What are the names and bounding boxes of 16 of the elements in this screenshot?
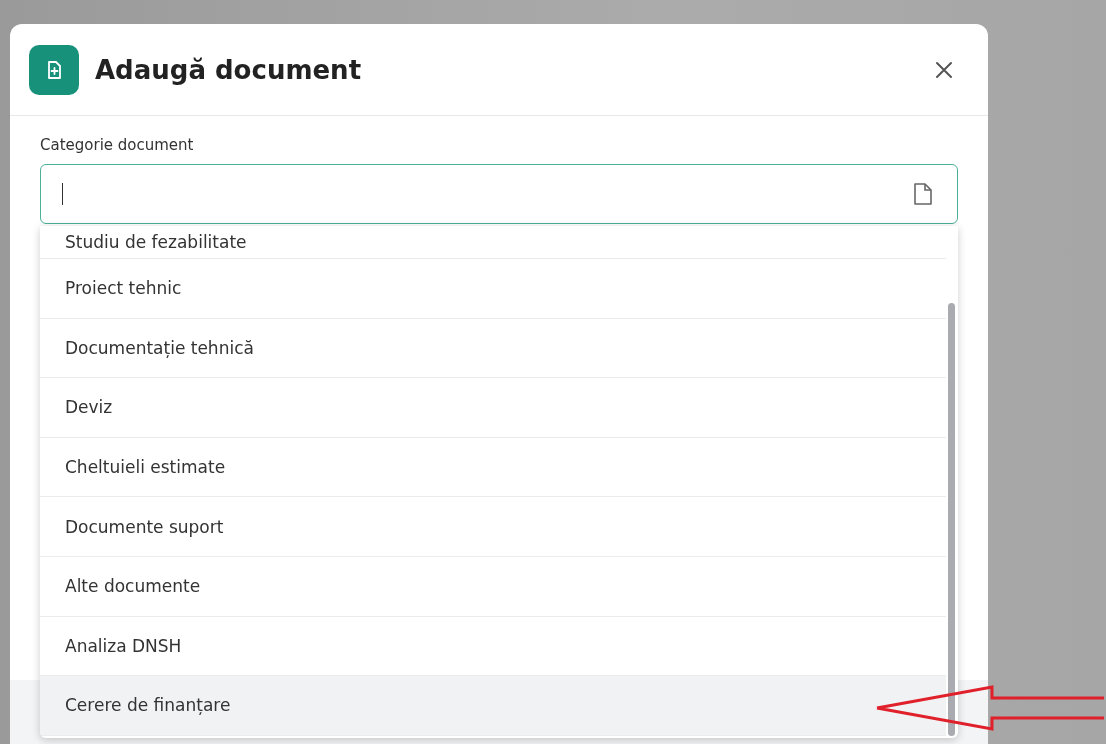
- close-icon: [934, 59, 954, 80]
- dialog-title: Adaugă document: [95, 54, 363, 85]
- option-item[interactable]: Cerere de finanțare: [40, 676, 946, 736]
- category-field[interactable]: [40, 164, 958, 224]
- scrollbar[interactable]: [948, 303, 955, 736]
- option-item[interactable]: Cheltuieli estimate: [40, 437, 946, 498]
- document-icon: [913, 182, 933, 206]
- option-item[interactable]: Documentație tehnică: [40, 318, 946, 379]
- field-label: Categorie document: [40, 136, 195, 154]
- option-item[interactable]: Studiu de fezabilitate: [40, 226, 946, 259]
- option-item[interactable]: Proiect tehnic: [40, 259, 946, 319]
- add-document-icon: [29, 44, 79, 95]
- option-item[interactable]: Deviz: [40, 378, 946, 438]
- option-item[interactable]: Documente suport: [40, 497, 946, 557]
- text-cursor: [62, 183, 63, 205]
- option-item[interactable]: Alte documente: [40, 556, 946, 617]
